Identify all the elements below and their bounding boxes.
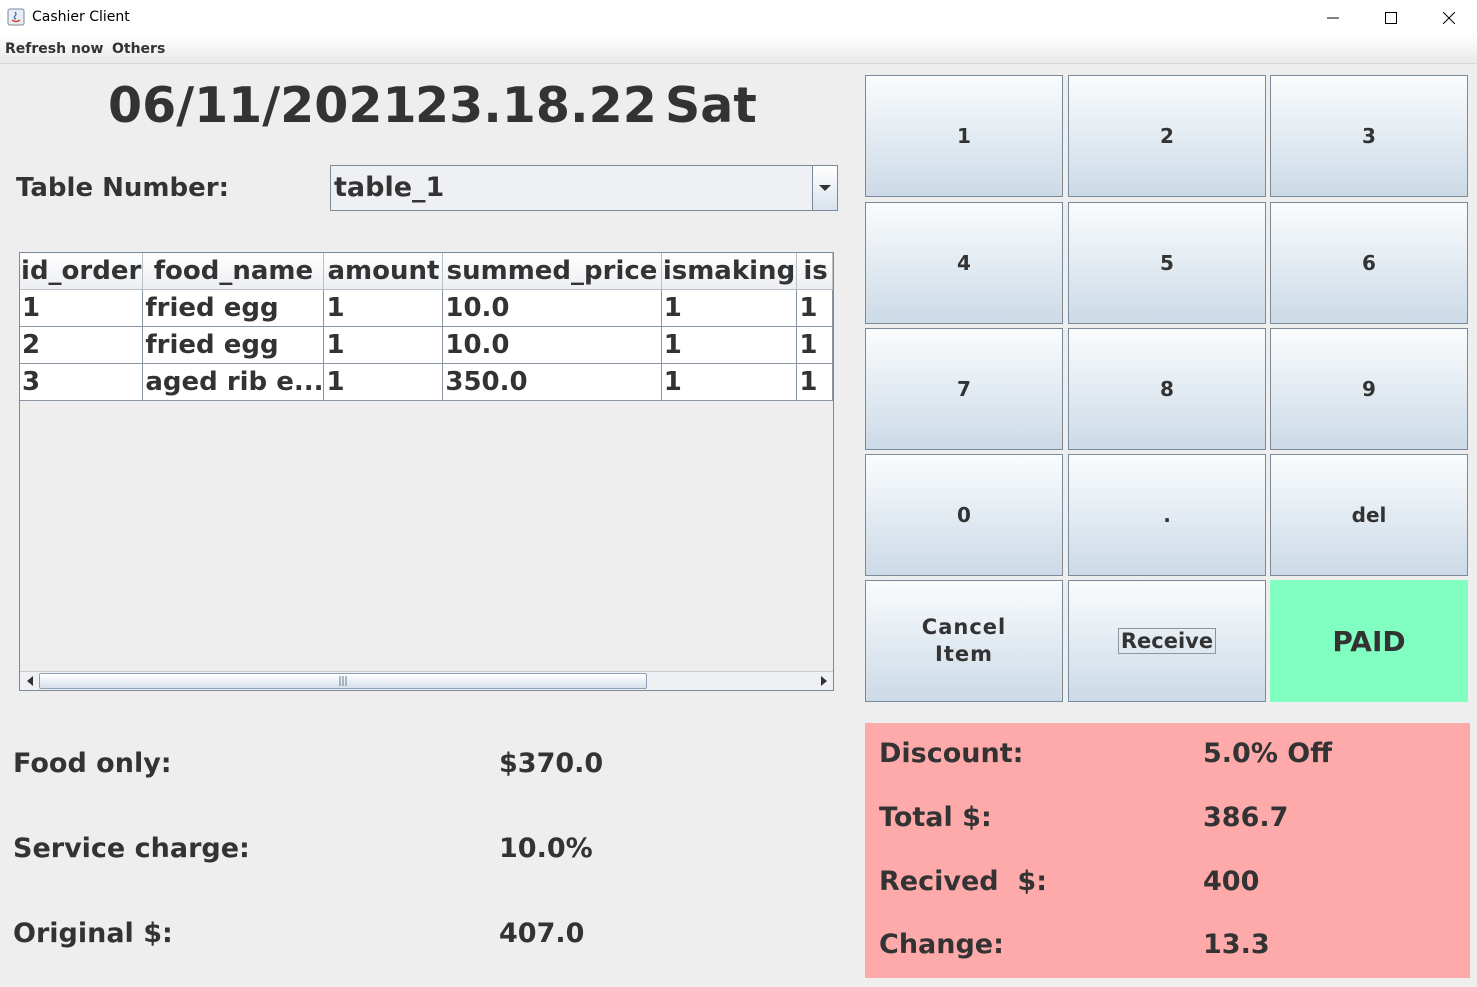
table-cell[interactable]: fried egg [142, 326, 325, 364]
menu-bar: Refresh now Others [0, 35, 1477, 64]
cancel-item-line2: Item [935, 642, 993, 666]
keypad-dot-button[interactable]: . [1068, 454, 1266, 576]
keypad-7-button[interactable]: 7 [865, 328, 1063, 450]
java-app-icon [7, 8, 25, 26]
column-header-food-name[interactable]: food_name [142, 253, 325, 290]
table-cell[interactable]: 10.0 [442, 289, 662, 327]
food-only-value: $370.0 [499, 748, 604, 779]
menu-refresh-now[interactable]: Refresh now [5, 41, 103, 57]
column-header-id-order[interactable]: id_order [20, 253, 144, 290]
table-cell[interactable]: 3 [20, 363, 144, 401]
table-cell[interactable]: 1 [661, 289, 798, 327]
close-button[interactable] [1420, 0, 1477, 35]
table-cell[interactable]: aged rib e... [142, 363, 325, 401]
table-cell[interactable]: 1 [796, 289, 833, 327]
payment-summary-panel: Discount: 5.0% Off Total $: 386.7 Recive… [865, 723, 1470, 978]
scrollbar-thumb[interactable] [39, 673, 647, 689]
received-label: Recived $: [879, 866, 1047, 897]
table-cell[interactable]: 10.0 [442, 326, 662, 364]
keypad-0-button[interactable]: 0 [865, 454, 1063, 576]
table-cell[interactable]: 350.0 [442, 363, 662, 401]
table-header-row: id_order food_name amount summed_price i… [20, 253, 833, 290]
table-cell[interactable]: 1 [323, 289, 444, 327]
scroll-left-icon[interactable] [21, 672, 38, 689]
cancel-item-button[interactable]: Cancel Item [865, 580, 1063, 702]
discount-value: 5.0% Off [1203, 738, 1333, 769]
cancel-item-line1: Cancel [921, 615, 1007, 639]
original-label: Original $: [13, 918, 173, 949]
change-value: 13.3 [1203, 929, 1270, 960]
total-label: Total $: [879, 802, 992, 833]
minimize-button[interactable] [1304, 0, 1362, 35]
maximize-button[interactable] [1362, 0, 1420, 35]
table-cell[interactable]: 2 [20, 326, 144, 364]
discount-label: Discount: [879, 738, 1024, 769]
orders-table: id_order food_name amount summed_price i… [20, 253, 833, 401]
chevron-down-icon[interactable] [812, 166, 837, 210]
table-cell[interactable]: 1 [796, 326, 833, 364]
keypad-9-button[interactable]: 9 [1270, 328, 1468, 450]
keypad-4-button[interactable]: 4 [865, 202, 1063, 324]
table-cell[interactable]: 1 [796, 363, 833, 401]
clock-date: 06/11/2021 [108, 77, 417, 134]
table-cell[interactable]: 1 [661, 326, 798, 364]
keypad-6-button[interactable]: 6 [1270, 202, 1468, 324]
table-cell[interactable]: 1 [323, 363, 444, 401]
total-value: 386.7 [1203, 802, 1289, 833]
clock-day: Sat [665, 77, 757, 134]
table-row[interactable]: 2 fried egg 1 10.0 1 1 [20, 326, 833, 364]
received-value: 400 [1203, 866, 1260, 897]
window-title: Cashier Client [32, 9, 130, 25]
scroll-right-icon[interactable] [815, 672, 832, 689]
column-header-summed-price[interactable]: summed_price [442, 253, 662, 290]
table-cell[interactable]: 1 [20, 289, 144, 327]
change-label: Change: [879, 929, 1004, 960]
column-header-is[interactable]: is [796, 253, 833, 290]
receive-label: Receive [1117, 628, 1217, 654]
service-charge-value: 10.0% [499, 833, 593, 864]
keypad-5-button[interactable]: 5 [1068, 202, 1266, 324]
keypad-3-button[interactable]: 3 [1270, 75, 1468, 197]
keypad-8-button[interactable]: 8 [1068, 328, 1266, 450]
keypad-del-button[interactable]: del [1270, 454, 1468, 576]
keypad-1-button[interactable]: 1 [865, 75, 1063, 197]
original-value: 407.0 [499, 918, 585, 949]
title-bar: Cashier Client [0, 0, 1477, 35]
table-row[interactable]: 1 fried egg 1 10.0 1 1 [20, 289, 833, 327]
horizontal-scrollbar[interactable] [20, 671, 833, 690]
column-header-ismaking[interactable]: ismaking [661, 253, 798, 290]
receive-button[interactable]: Receive [1068, 580, 1266, 702]
service-charge-label: Service charge: [13, 833, 250, 864]
keypad-2-button[interactable]: 2 [1068, 75, 1266, 197]
clock-time: 23.18.22 [415, 77, 657, 134]
table-number-select[interactable]: table_1 [330, 165, 838, 211]
table-cell[interactable]: 1 [661, 363, 798, 401]
table-row[interactable]: 3 aged rib e... 1 350.0 1 1 [20, 363, 833, 401]
column-header-amount[interactable]: amount [323, 253, 444, 290]
table-number-value: table_1 [334, 172, 445, 203]
food-only-label: Food only: [13, 748, 172, 779]
orders-table-panel: id_order food_name amount summed_price i… [19, 252, 834, 691]
table-number-label: Table Number: [16, 173, 229, 203]
table-cell[interactable]: fried egg [142, 289, 325, 327]
paid-button[interactable]: PAID [1270, 580, 1468, 702]
table-cell[interactable]: 1 [323, 326, 444, 364]
menu-others[interactable]: Others [112, 41, 165, 57]
